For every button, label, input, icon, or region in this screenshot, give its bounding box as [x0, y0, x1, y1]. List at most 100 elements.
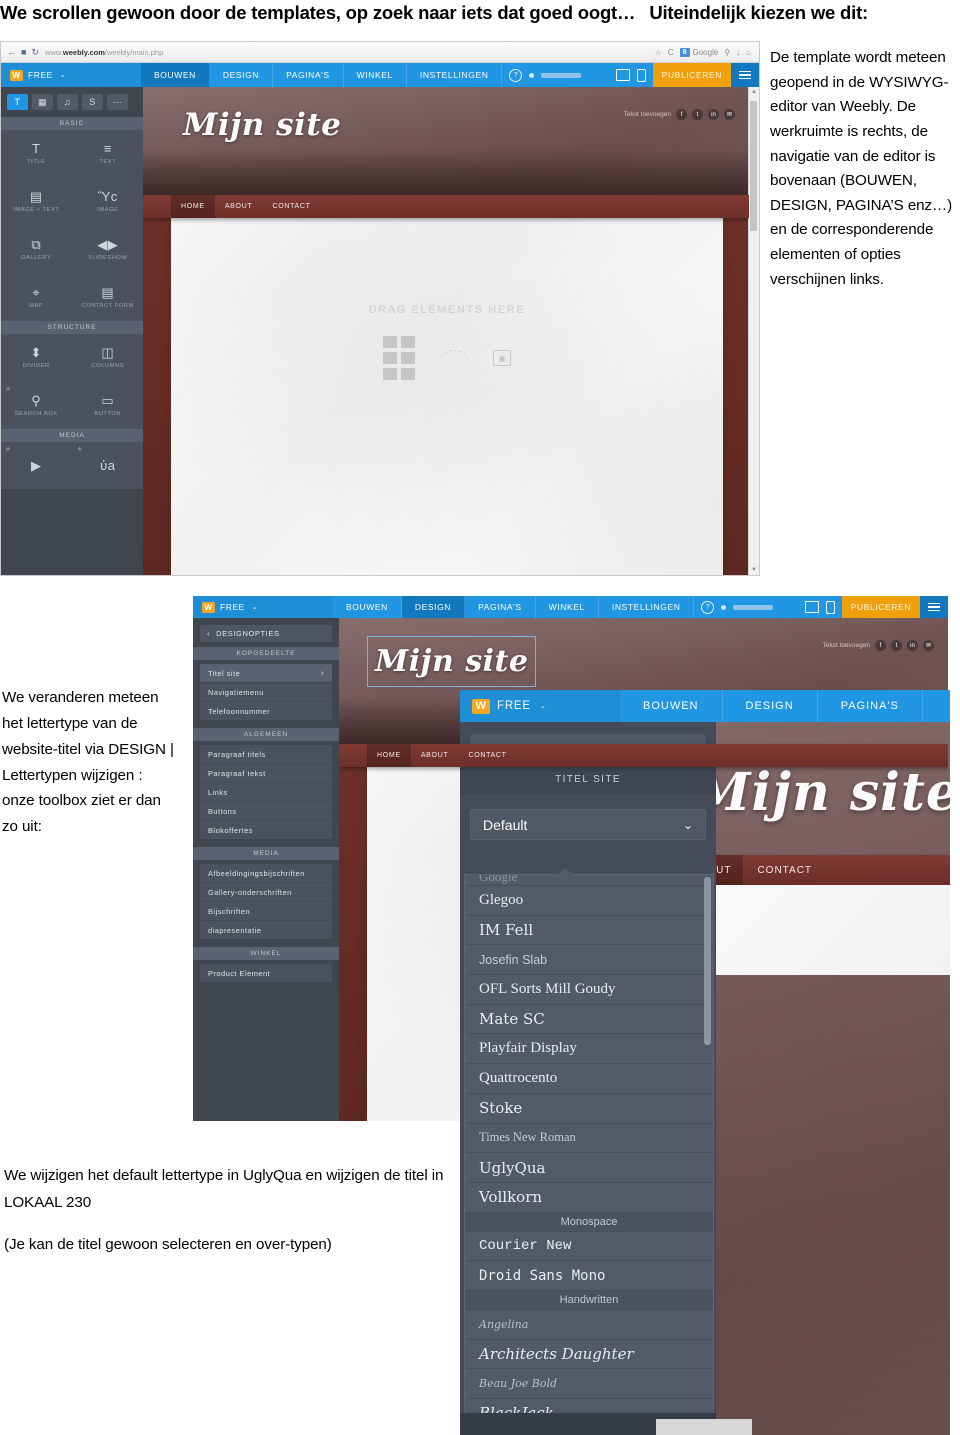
- help-icon[interactable]: ?: [701, 600, 715, 614]
- page-body[interactable]: DRAG ELEMENTS HERE ▣: [171, 218, 723, 575]
- designoptions-back-button[interactable]: ‹ DESIGNOPTIES: [200, 625, 332, 642]
- email-icon[interactable]: ✉: [923, 640, 934, 651]
- site-nav-contact[interactable]: CONTACT: [262, 195, 320, 218]
- star-icon[interactable]: ☆: [655, 48, 662, 57]
- palette-tab-layout[interactable]: ▦: [32, 94, 53, 110]
- desktop-preview-icon[interactable]: [615, 69, 630, 81]
- palette-item-text[interactable]: ≡ TEXT: [72, 130, 143, 177]
- palette-item-audio[interactable]: ★ ὐa: [72, 442, 143, 489]
- palette-item-image-text[interactable]: ▤ IMAGE + TEXT: [1, 178, 72, 225]
- font-list-scrollbar-thumb[interactable]: [704, 877, 711, 1045]
- palette-item-gallery[interactable]: ⧉ GALLERY: [1, 226, 72, 273]
- site-nav-home[interactable]: HOME: [367, 744, 411, 767]
- palette-item-slideshow[interactable]: ◀▶ SLIDESHOW: [72, 226, 143, 273]
- facebook-icon[interactable]: f: [676, 109, 687, 120]
- palette-item-map[interactable]: ⌖ MAP: [1, 274, 72, 321]
- tab-bouwen[interactable]: BOUWEN: [333, 596, 402, 618]
- add-text-label[interactable]: Tekst toevoegen: [823, 642, 870, 649]
- font-option-google[interactable]: Google: [465, 875, 713, 886]
- tab-instellingen[interactable]: INSTELLINGEN: [599, 596, 695, 618]
- font-option-quattrocento[interactable]: Quattrocento: [465, 1064, 713, 1094]
- site-nav-contact[interactable]: CONTACT: [458, 744, 516, 767]
- palette-tab-media[interactable]: ♫: [57, 94, 78, 110]
- palette-item-title[interactable]: T TITLE: [1, 130, 72, 177]
- bookmark-icon[interactable]: ■: [21, 47, 26, 57]
- preview-scrollbar[interactable]: ▲ ▼: [748, 87, 759, 575]
- tab-design[interactable]: DESIGN: [401, 596, 466, 618]
- desktop-preview-icon[interactable]: [804, 601, 819, 613]
- address-bar[interactable]: www.weebly.com/weebly/main.php: [45, 48, 163, 57]
- palette-item-search-box[interactable]: ★ ⚲ SEARCH BOX: [1, 382, 72, 429]
- font-option-playfair-display[interactable]: Playfair Display: [465, 1034, 713, 1065]
- site-nav-about[interactable]: ABOUT: [215, 195, 263, 218]
- twitter-icon[interactable]: t: [891, 640, 902, 651]
- tab-bouwen[interactable]: BOUWEN: [141, 63, 210, 87]
- back-icon[interactable]: ←: [7, 47, 16, 57]
- site-nav-home[interactable]: HOME: [171, 195, 215, 218]
- design-row-diapresentatie[interactable]: diapresentatie: [200, 921, 332, 939]
- font-option-stoke[interactable]: Stoke: [465, 1094, 713, 1124]
- font-option-beau-joe-bold[interactable]: Beau Joe Bold: [465, 1369, 713, 1399]
- design-row-navigatiemenu[interactable]: Navigatiemenu: [200, 683, 332, 702]
- home-icon[interactable]: ⌂: [746, 48, 751, 57]
- email-icon[interactable]: ✉: [724, 109, 735, 120]
- find-icon[interactable]: ⚲: [724, 48, 730, 57]
- design-row-links[interactable]: Links: [200, 783, 332, 802]
- font-option-times-new-roman[interactable]: Times New Roman: [465, 1124, 713, 1154]
- font-select[interactable]: Default ⌄: [470, 809, 706, 840]
- font-option-ofl-sorts-mill-goudy[interactable]: OFL Sorts Mill Goudy: [465, 975, 713, 1005]
- palette-item-contact-form[interactable]: ▤ CONTACT FORM: [72, 274, 143, 321]
- font-option-courier-new[interactable]: Courier New: [465, 1232, 713, 1262]
- mobile-preview-icon[interactable]: [636, 68, 646, 82]
- tab-paginas[interactable]: PAGINA'S: [818, 690, 923, 722]
- font-option-mate-sc[interactable]: Mate SC: [465, 1005, 713, 1035]
- palette-item-video[interactable]: ★ ▶: [1, 442, 72, 489]
- refresh-icon[interactable]: C: [668, 48, 674, 57]
- download-icon[interactable]: ↓: [736, 48, 740, 57]
- mobile-preview-icon[interactable]: [825, 600, 835, 614]
- site-title-large[interactable]: Mijn site: [693, 762, 950, 823]
- site-nav-about[interactable]: ABOUT: [411, 744, 459, 767]
- design-row-buttons[interactable]: Buttons: [200, 802, 332, 821]
- reload-icon[interactable]: ↻: [31, 47, 39, 57]
- site-title[interactable]: Mijn site: [183, 107, 341, 143]
- publish-button[interactable]: PUBLICEREN: [841, 596, 920, 618]
- font-option-glegoo[interactable]: Glegoo: [465, 886, 713, 916]
- tab-winkel[interactable]: WINKEL: [344, 63, 407, 87]
- design-row-afbeeldingsbijschriften[interactable]: Afbeeldingingsbijschriften: [200, 864, 332, 883]
- weebly-logo-plan-2[interactable]: FREE ⌄: [193, 596, 333, 618]
- design-row-titel-site[interactable]: Titel site ›: [200, 664, 332, 683]
- publish-button[interactable]: PUBLICEREN: [652, 63, 731, 87]
- palette-item-button[interactable]: ▭ BUTTON: [72, 382, 143, 429]
- weebly-logo-plan[interactable]: FREE ⌄: [1, 63, 141, 87]
- hamburger-menu-icon[interactable]: [731, 63, 759, 87]
- facebook-icon[interactable]: f: [875, 640, 886, 651]
- design-row-bijschriften[interactable]: Bijschriften: [200, 902, 332, 921]
- site-preview-canvas[interactable]: Mijn site Tekst toevoegen f t in ✉ HOME …: [143, 87, 749, 575]
- scrollbar-thumb[interactable]: [750, 101, 757, 231]
- font-option-vollkorn[interactable]: Vollkorn: [465, 1183, 713, 1213]
- linkedin-icon[interactable]: in: [907, 640, 918, 651]
- palette-tab-more[interactable]: ⋯: [107, 94, 128, 110]
- tab-design[interactable]: DESIGN: [210, 63, 274, 87]
- design-row-paragraaf-titels[interactable]: Paragraaf titels: [200, 745, 332, 764]
- design-row-product-element[interactable]: Product Element: [200, 964, 332, 982]
- font-option-uglyqua[interactable]: UglyQua: [465, 1153, 713, 1183]
- font-dropdown-list[interactable]: Google Glegoo IM Fell Josefin Slab OFL S…: [464, 874, 714, 1415]
- help-icon[interactable]: ?: [509, 68, 523, 82]
- palette-tab-store[interactable]: S: [82, 94, 103, 110]
- font-option-architects-daughter[interactable]: Architects Daughter: [465, 1340, 713, 1370]
- site-nav-contact[interactable]: CONTACT: [745, 855, 824, 885]
- design-row-gallery-onderschriften[interactable]: Gallery-onderschriften: [200, 883, 332, 902]
- weebly-logo-plan-3[interactable]: FREE ⌄: [460, 690, 620, 722]
- font-option-im-fell[interactable]: IM Fell: [465, 916, 713, 946]
- font-option-droid-sans-mono[interactable]: Droid Sans Mono: [465, 1261, 713, 1291]
- tab-winkel[interactable]: WINKEL: [536, 596, 599, 618]
- scroll-up-arrow-icon[interactable]: ▲: [749, 87, 759, 97]
- design-row-paragraaf-tekst[interactable]: Paragraaf tekst: [200, 764, 332, 783]
- site-title-selected[interactable]: Mijn site: [366, 636, 537, 687]
- tab-instellingen[interactable]: INSTELLINGEN: [407, 63, 503, 87]
- tab-paginas[interactable]: PAGINA'S: [273, 63, 344, 87]
- font-option-josefin-slab[interactable]: Josefin Slab: [465, 945, 713, 976]
- design-row-telefoonnummer[interactable]: Telefoonnummer: [200, 702, 332, 720]
